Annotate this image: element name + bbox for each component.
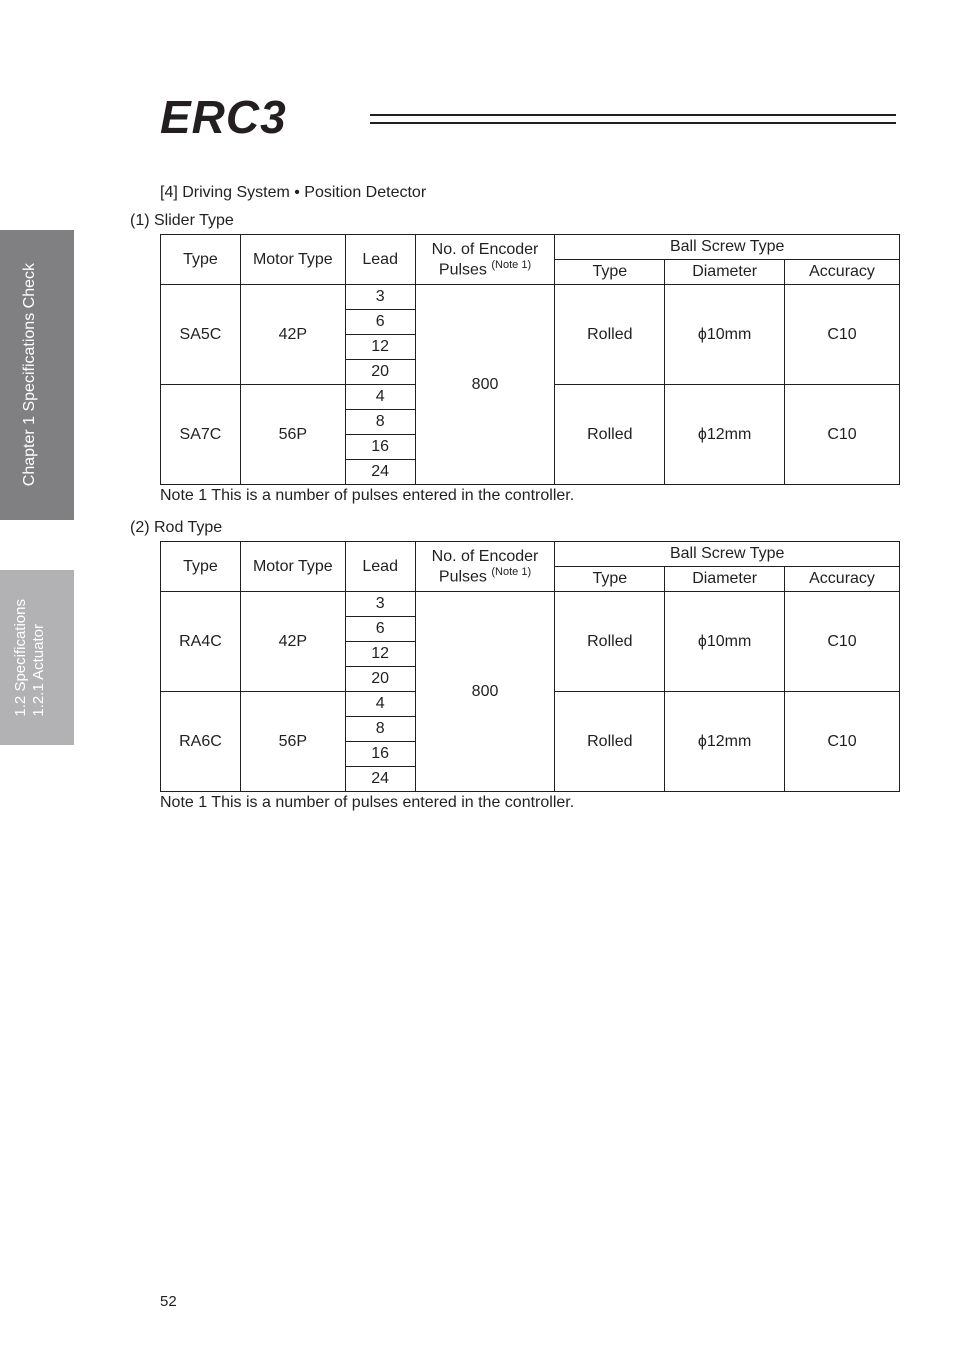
cell-bs-type: Rolled: [555, 692, 665, 792]
cell-bs-dia: ϕ10mm: [665, 592, 785, 692]
cell-bs-acc: C10: [785, 592, 900, 692]
cell-bs-acc: C10: [785, 385, 900, 485]
cell-lead: 4: [345, 692, 415, 717]
cell-lead: 20: [345, 360, 415, 385]
cell-motor: 42P: [240, 285, 345, 385]
th-motor: Motor Type: [240, 235, 345, 285]
th-motor: Motor Type: [240, 542, 345, 592]
th-bs-dia: Diameter: [665, 260, 785, 285]
th-encoder-l2b: (Note 1): [491, 566, 531, 578]
cell-pulses: 800: [415, 592, 555, 792]
table-row: Type Motor Type Lead No. of Encoder Puls…: [161, 235, 900, 260]
th-ballscrew: Ball Screw Type: [555, 542, 900, 567]
cell-lead: 16: [345, 435, 415, 460]
th-encoder-l2a: Pulses: [439, 261, 491, 278]
th-encoder-l2a: Pulses: [439, 568, 491, 585]
cell-bs-dia: ϕ12mm: [665, 692, 785, 792]
side-tab-chapter-stripe: [60, 230, 74, 520]
th-encoder-l1: No. of Encoder: [432, 548, 539, 565]
th-encoder: No. of Encoder Pulses (Note 1): [415, 235, 555, 285]
cell-lead: 3: [345, 285, 415, 310]
th-encoder-l2b: (Note 1): [491, 259, 531, 271]
heading-4: [4] Driving System • Position Detector: [160, 184, 900, 202]
th-encoder-l1: No. of Encoder: [432, 241, 539, 258]
th-bs-acc: Accuracy: [785, 260, 900, 285]
cell-lead: 8: [345, 410, 415, 435]
cell-bs-type: Rolled: [555, 385, 665, 485]
table-row: SA5C 42P 3 800 Rolled ϕ10mm C10: [161, 285, 900, 310]
cell-type: SA5C: [161, 285, 241, 385]
table-row: RA4C 42P 3 800 Rolled ϕ10mm C10: [161, 592, 900, 617]
side-tab-section: 1.2 Specifications 1.2.1 Actuator: [0, 570, 60, 745]
cell-bs-type: Rolled: [555, 285, 665, 385]
cell-pulses: 800: [415, 285, 555, 485]
th-ballscrew: Ball Screw Type: [555, 235, 900, 260]
side-tab-chapter-label: Chapter 1 Specifications Check: [21, 263, 39, 486]
cell-lead: 12: [345, 335, 415, 360]
cell-lead: 6: [345, 310, 415, 335]
th-bs-type: Type: [555, 260, 665, 285]
th-lead: Lead: [345, 235, 415, 285]
cell-bs-acc: C10: [785, 692, 900, 792]
cell-lead: 4: [345, 385, 415, 410]
table-slider: Type Motor Type Lead No. of Encoder Puls…: [160, 234, 900, 485]
cell-lead: 24: [345, 767, 415, 792]
page: Chapter 1 Specifications Check 1.2 Speci…: [0, 0, 954, 1350]
cell-bs-dia: ϕ12mm: [665, 385, 785, 485]
cell-lead: 6: [345, 617, 415, 642]
cell-lead: 20: [345, 667, 415, 692]
cell-bs-dia: ϕ10mm: [665, 285, 785, 385]
header-rule: [370, 114, 896, 124]
note-1: Note 1 This is a number of pulses entere…: [160, 487, 900, 505]
cell-type: RA6C: [161, 692, 241, 792]
logo-text: ERC3: [160, 90, 287, 144]
cell-lead: 24: [345, 460, 415, 485]
cell-motor: 42P: [240, 592, 345, 692]
th-lead: Lead: [345, 542, 415, 592]
side-tab-chapter: Chapter 1 Specifications Check: [0, 230, 60, 520]
cell-type: SA7C: [161, 385, 241, 485]
cell-bs-acc: C10: [785, 285, 900, 385]
th-type: Type: [161, 542, 241, 592]
page-number: 52: [160, 1293, 177, 1310]
cell-type: RA4C: [161, 592, 241, 692]
cell-lead: 3: [345, 592, 415, 617]
th-bs-dia: Diameter: [665, 567, 785, 592]
th-bs-acc: Accuracy: [785, 567, 900, 592]
table-row: Type Motor Type Lead No. of Encoder Puls…: [161, 542, 900, 567]
cell-motor: 56P: [240, 385, 345, 485]
note-2: Note 1 This is a number of pulses entere…: [160, 794, 900, 812]
table-rod: Type Motor Type Lead No. of Encoder Puls…: [160, 541, 900, 792]
side-tab-section-line1: 1.2 Specifications: [12, 599, 29, 717]
cell-lead: 16: [345, 742, 415, 767]
th-encoder: No. of Encoder Pulses (Note 1): [415, 542, 555, 592]
subheading-1: (1) Slider Type: [130, 212, 900, 230]
th-bs-type: Type: [555, 567, 665, 592]
subheading-2: (2) Rod Type: [130, 519, 900, 537]
th-type: Type: [161, 235, 241, 285]
cell-bs-type: Rolled: [555, 592, 665, 692]
side-tab-section-stripe: [60, 570, 74, 745]
content: [4] Driving System • Position Detector (…: [160, 170, 900, 826]
cell-lead: 12: [345, 642, 415, 667]
side-tab-section-label: 1.2 Specifications 1.2.1 Actuator: [12, 599, 48, 717]
side-tab-section-line2: 1.2.1 Actuator: [30, 624, 47, 717]
cell-lead: 8: [345, 717, 415, 742]
cell-motor: 56P: [240, 692, 345, 792]
